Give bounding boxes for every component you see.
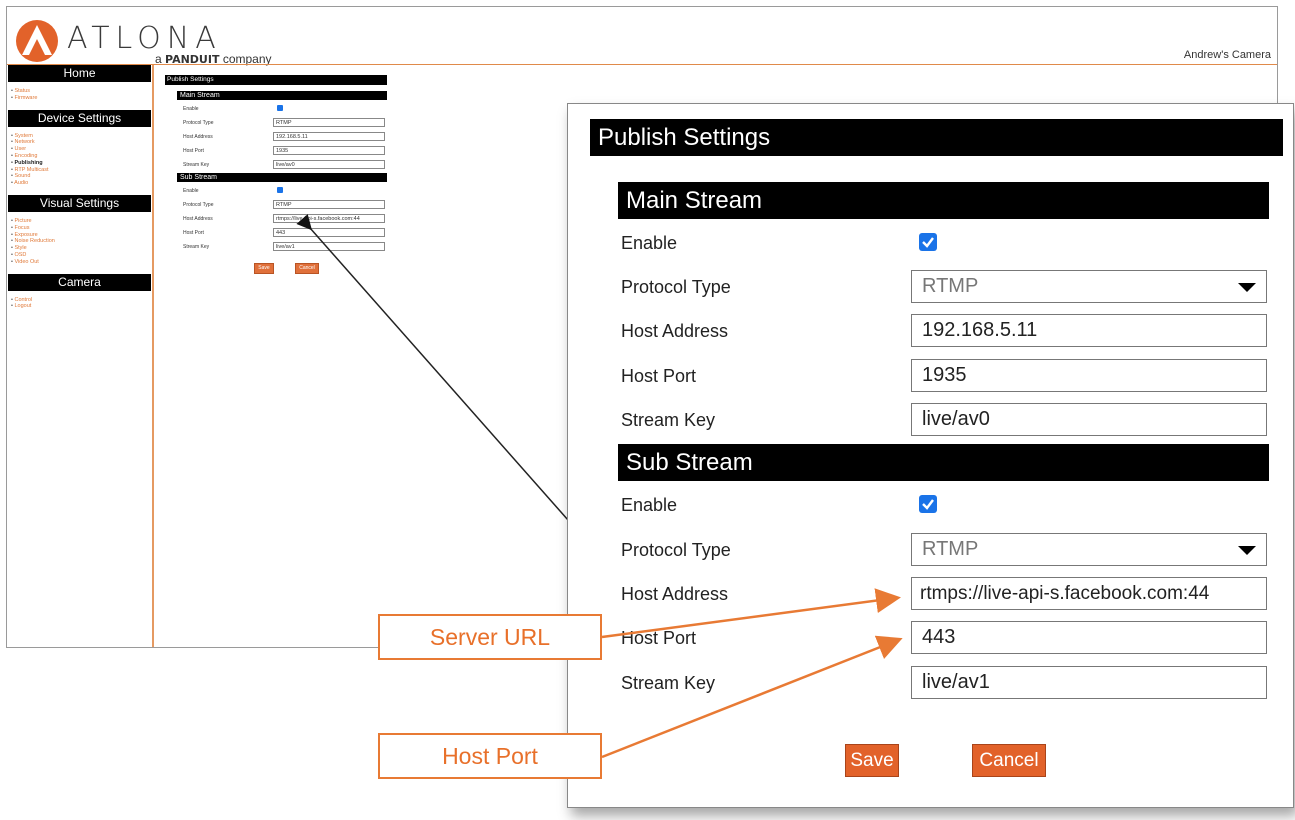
sub-host-label: Host Address (621, 584, 729, 604)
zoom-pointer-line (296, 214, 569, 521)
sub-enable-label: Enable (621, 495, 678, 515)
sub-key-input[interactable]: live/av1 (911, 666, 1267, 699)
main-port-label: Host Port (621, 366, 697, 386)
save-button[interactable]: Save (845, 744, 899, 777)
page-title: Publish Settings (590, 119, 1283, 156)
sub-protocol-select[interactable]: RTMP (911, 533, 1267, 566)
main-protocol-label: Protocol Type (621, 277, 731, 297)
sub-stream-heading: Sub Stream (618, 444, 1269, 481)
main-host-input[interactable]: 192.168.5.11 (911, 314, 1267, 347)
host-port-callout: Host Port (378, 733, 602, 779)
sub-key-label: Stream Key (621, 673, 716, 693)
main-protocol-value: RTMP (922, 275, 979, 297)
main-host-label: Host Address (621, 321, 729, 341)
sub-host-input[interactable]: rtmps://live-api-s.facebook.com:44 (911, 577, 1267, 610)
chevron-down-icon (1238, 546, 1256, 555)
main-enable-label: Enable (621, 233, 678, 253)
main-key-label: Stream Key (621, 410, 716, 430)
main-port-input[interactable]: 1935 (911, 359, 1267, 392)
main-enable-checkbox[interactable] (919, 233, 937, 251)
sub-protocol-value: RTMP (922, 538, 979, 560)
checkmark-icon (922, 237, 934, 248)
main-stream-heading: Main Stream (618, 182, 1269, 219)
sub-port-input[interactable]: 443 (911, 621, 1267, 654)
main-protocol-select[interactable]: RTMP (911, 270, 1267, 303)
cancel-button[interactable]: Cancel (972, 744, 1046, 777)
server-url-callout: Server URL (378, 614, 602, 660)
chevron-down-icon (1238, 283, 1256, 292)
sub-port-label: Host Port (621, 628, 697, 648)
sub-enable-checkbox[interactable] (919, 495, 937, 513)
sub-protocol-label: Protocol Type (621, 540, 731, 560)
publish-settings-zoom: Publish Settings Main Stream Enable Prot… (567, 103, 1294, 808)
main-key-input[interactable]: live/av0 (911, 403, 1267, 436)
checkmark-icon (922, 499, 934, 510)
